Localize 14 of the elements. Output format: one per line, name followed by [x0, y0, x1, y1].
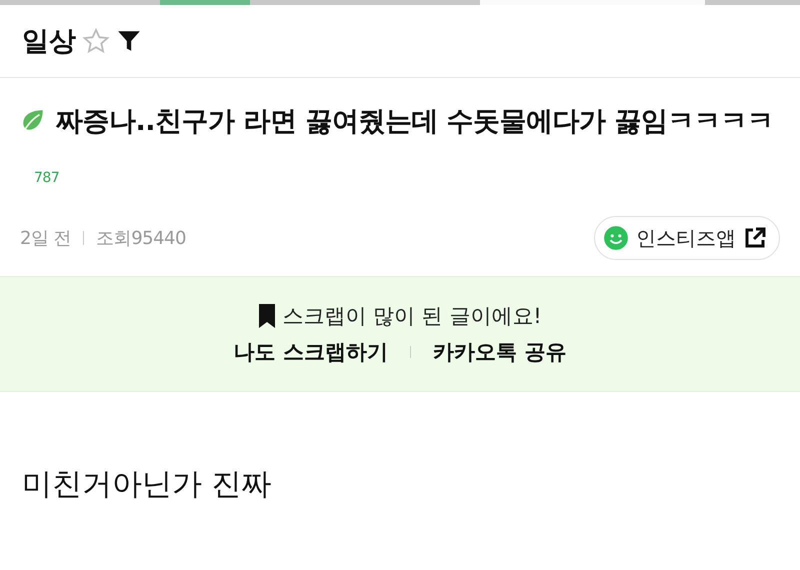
comment-count: 787: [34, 170, 60, 186]
star-icon[interactable]: [82, 27, 110, 55]
app-button[interactable]: 인스티즈앱: [594, 216, 780, 260]
view-count: 조회95440: [96, 227, 186, 250]
post-body: 미친거아닌가 진짜: [22, 466, 273, 504]
post-date: 2일 전: [20, 227, 72, 250]
smiley-icon: [603, 225, 629, 251]
bookmark-icon: [258, 304, 276, 328]
share-link[interactable]: 카카오톡 공유: [433, 338, 566, 366]
external-link-icon: [743, 226, 767, 250]
board-title: 일상: [22, 25, 76, 59]
scrap-message: 스크랩이 많이 된 글이에요!: [282, 303, 542, 330]
share-link[interactable]: 나도 스크랩하기: [234, 338, 388, 366]
post-title: 짜증나..친구가 라면 끓여줬는데 수돗물에다가 끓임ㅋㅋㅋㅋ 787: [20, 96, 780, 204]
